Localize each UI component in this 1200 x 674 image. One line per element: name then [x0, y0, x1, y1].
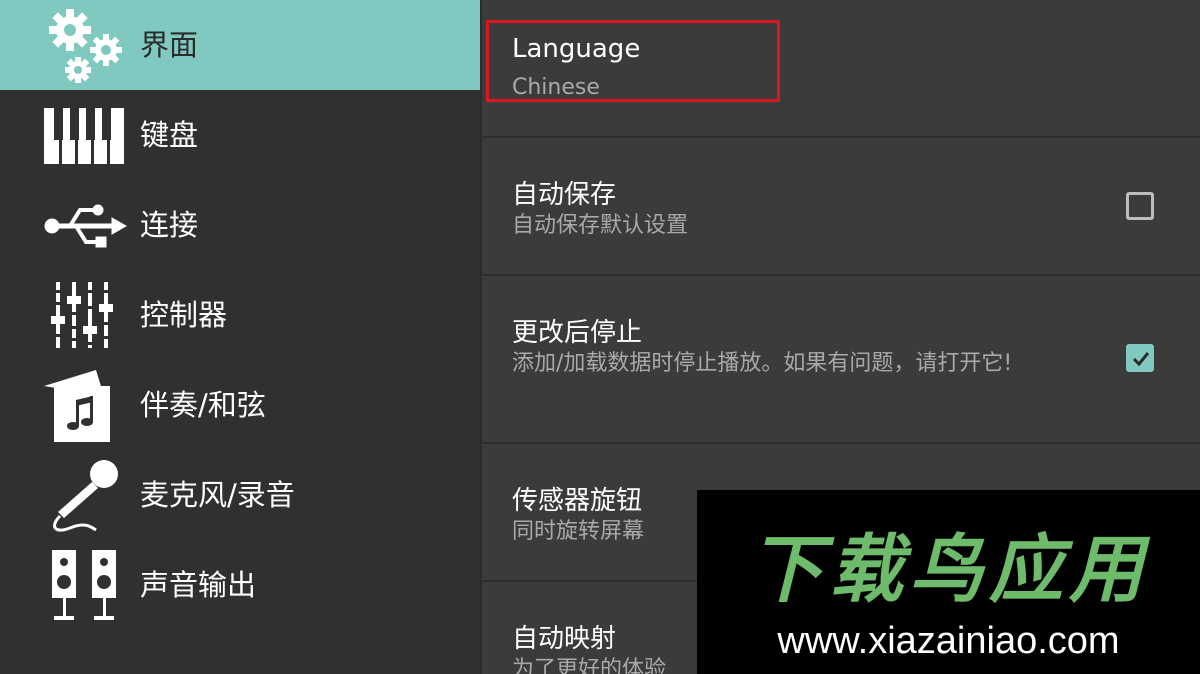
- sidebar-item-keyboard[interactable]: 键盘: [0, 90, 480, 180]
- sliders-icon: [40, 276, 128, 354]
- sidebar-item-label: 连接: [140, 208, 199, 242]
- watermark-url: www.xiazainiao.com: [777, 620, 1120, 662]
- setting-title: 自动映射: [512, 624, 617, 654]
- speakers-icon: [40, 546, 128, 624]
- sidebar-item-label: 键盘: [140, 118, 199, 152]
- sidebar-item-label: 伴奏/和弦: [140, 388, 266, 422]
- stop-after-change-checkbox[interactable]: [1126, 344, 1154, 372]
- music-note-icon: [40, 366, 128, 444]
- setting-language[interactable]: Language Chinese: [482, 0, 1200, 136]
- setting-subtitle: 自动保存默认设置: [512, 213, 689, 238]
- sidebar-item-microphone[interactable]: 麦克风/录音: [0, 450, 480, 540]
- watermark-title: 下载鸟应用: [749, 527, 1149, 613]
- autosave-checkbox[interactable]: [1126, 192, 1154, 220]
- sidebar-item-label: 麦克风/录音: [140, 478, 295, 512]
- sidebar-item-label: 声音输出: [140, 568, 257, 602]
- piano-keys-icon: [40, 96, 128, 174]
- setting-subtitle: 为了更好的体验: [512, 657, 667, 674]
- setting-subtitle: 添加/加载数据时停止播放。如果有问题，请打开它!: [512, 351, 1013, 376]
- setting-title: 自动保存: [512, 180, 617, 210]
- sidebar-item-interface[interactable]: 界面: [0, 0, 480, 90]
- usb-icon: [40, 186, 128, 264]
- sidebar-item-label: 控制器: [140, 298, 228, 332]
- setting-autosave[interactable]: 自动保存 自动保存默认设置: [482, 138, 1200, 274]
- setting-stop-after-change[interactable]: 更改后停止 添加/加载数据时停止播放。如果有问题，请打开它!: [482, 276, 1200, 442]
- setting-subtitle: Chinese: [512, 75, 600, 100]
- sidebar-item-connection[interactable]: 连接: [0, 180, 480, 270]
- checkmark-icon: [1132, 352, 1150, 367]
- setting-title: 传感器旋钮: [512, 486, 643, 516]
- microphone-icon: [40, 456, 128, 534]
- setting-title: 更改后停止: [512, 318, 643, 348]
- gears-icon: [40, 6, 128, 84]
- setting-title: Language: [512, 34, 641, 64]
- sidebar-item-sound-output[interactable]: 声音输出: [0, 540, 480, 630]
- sidebar-item-accompaniment[interactable]: 伴奏/和弦: [0, 360, 480, 450]
- sidebar-item-controller[interactable]: 控制器: [0, 270, 480, 360]
- watermark: 下载鸟应用 www.xiazainiao.com: [697, 490, 1200, 674]
- setting-subtitle: 同时旋转屏幕: [512, 519, 645, 544]
- sidebar: 界面 键盘 连接 控制器 伴奏/和弦 麦克风/录音 声音输出: [0, 0, 480, 674]
- sidebar-item-label: 界面: [140, 28, 199, 62]
